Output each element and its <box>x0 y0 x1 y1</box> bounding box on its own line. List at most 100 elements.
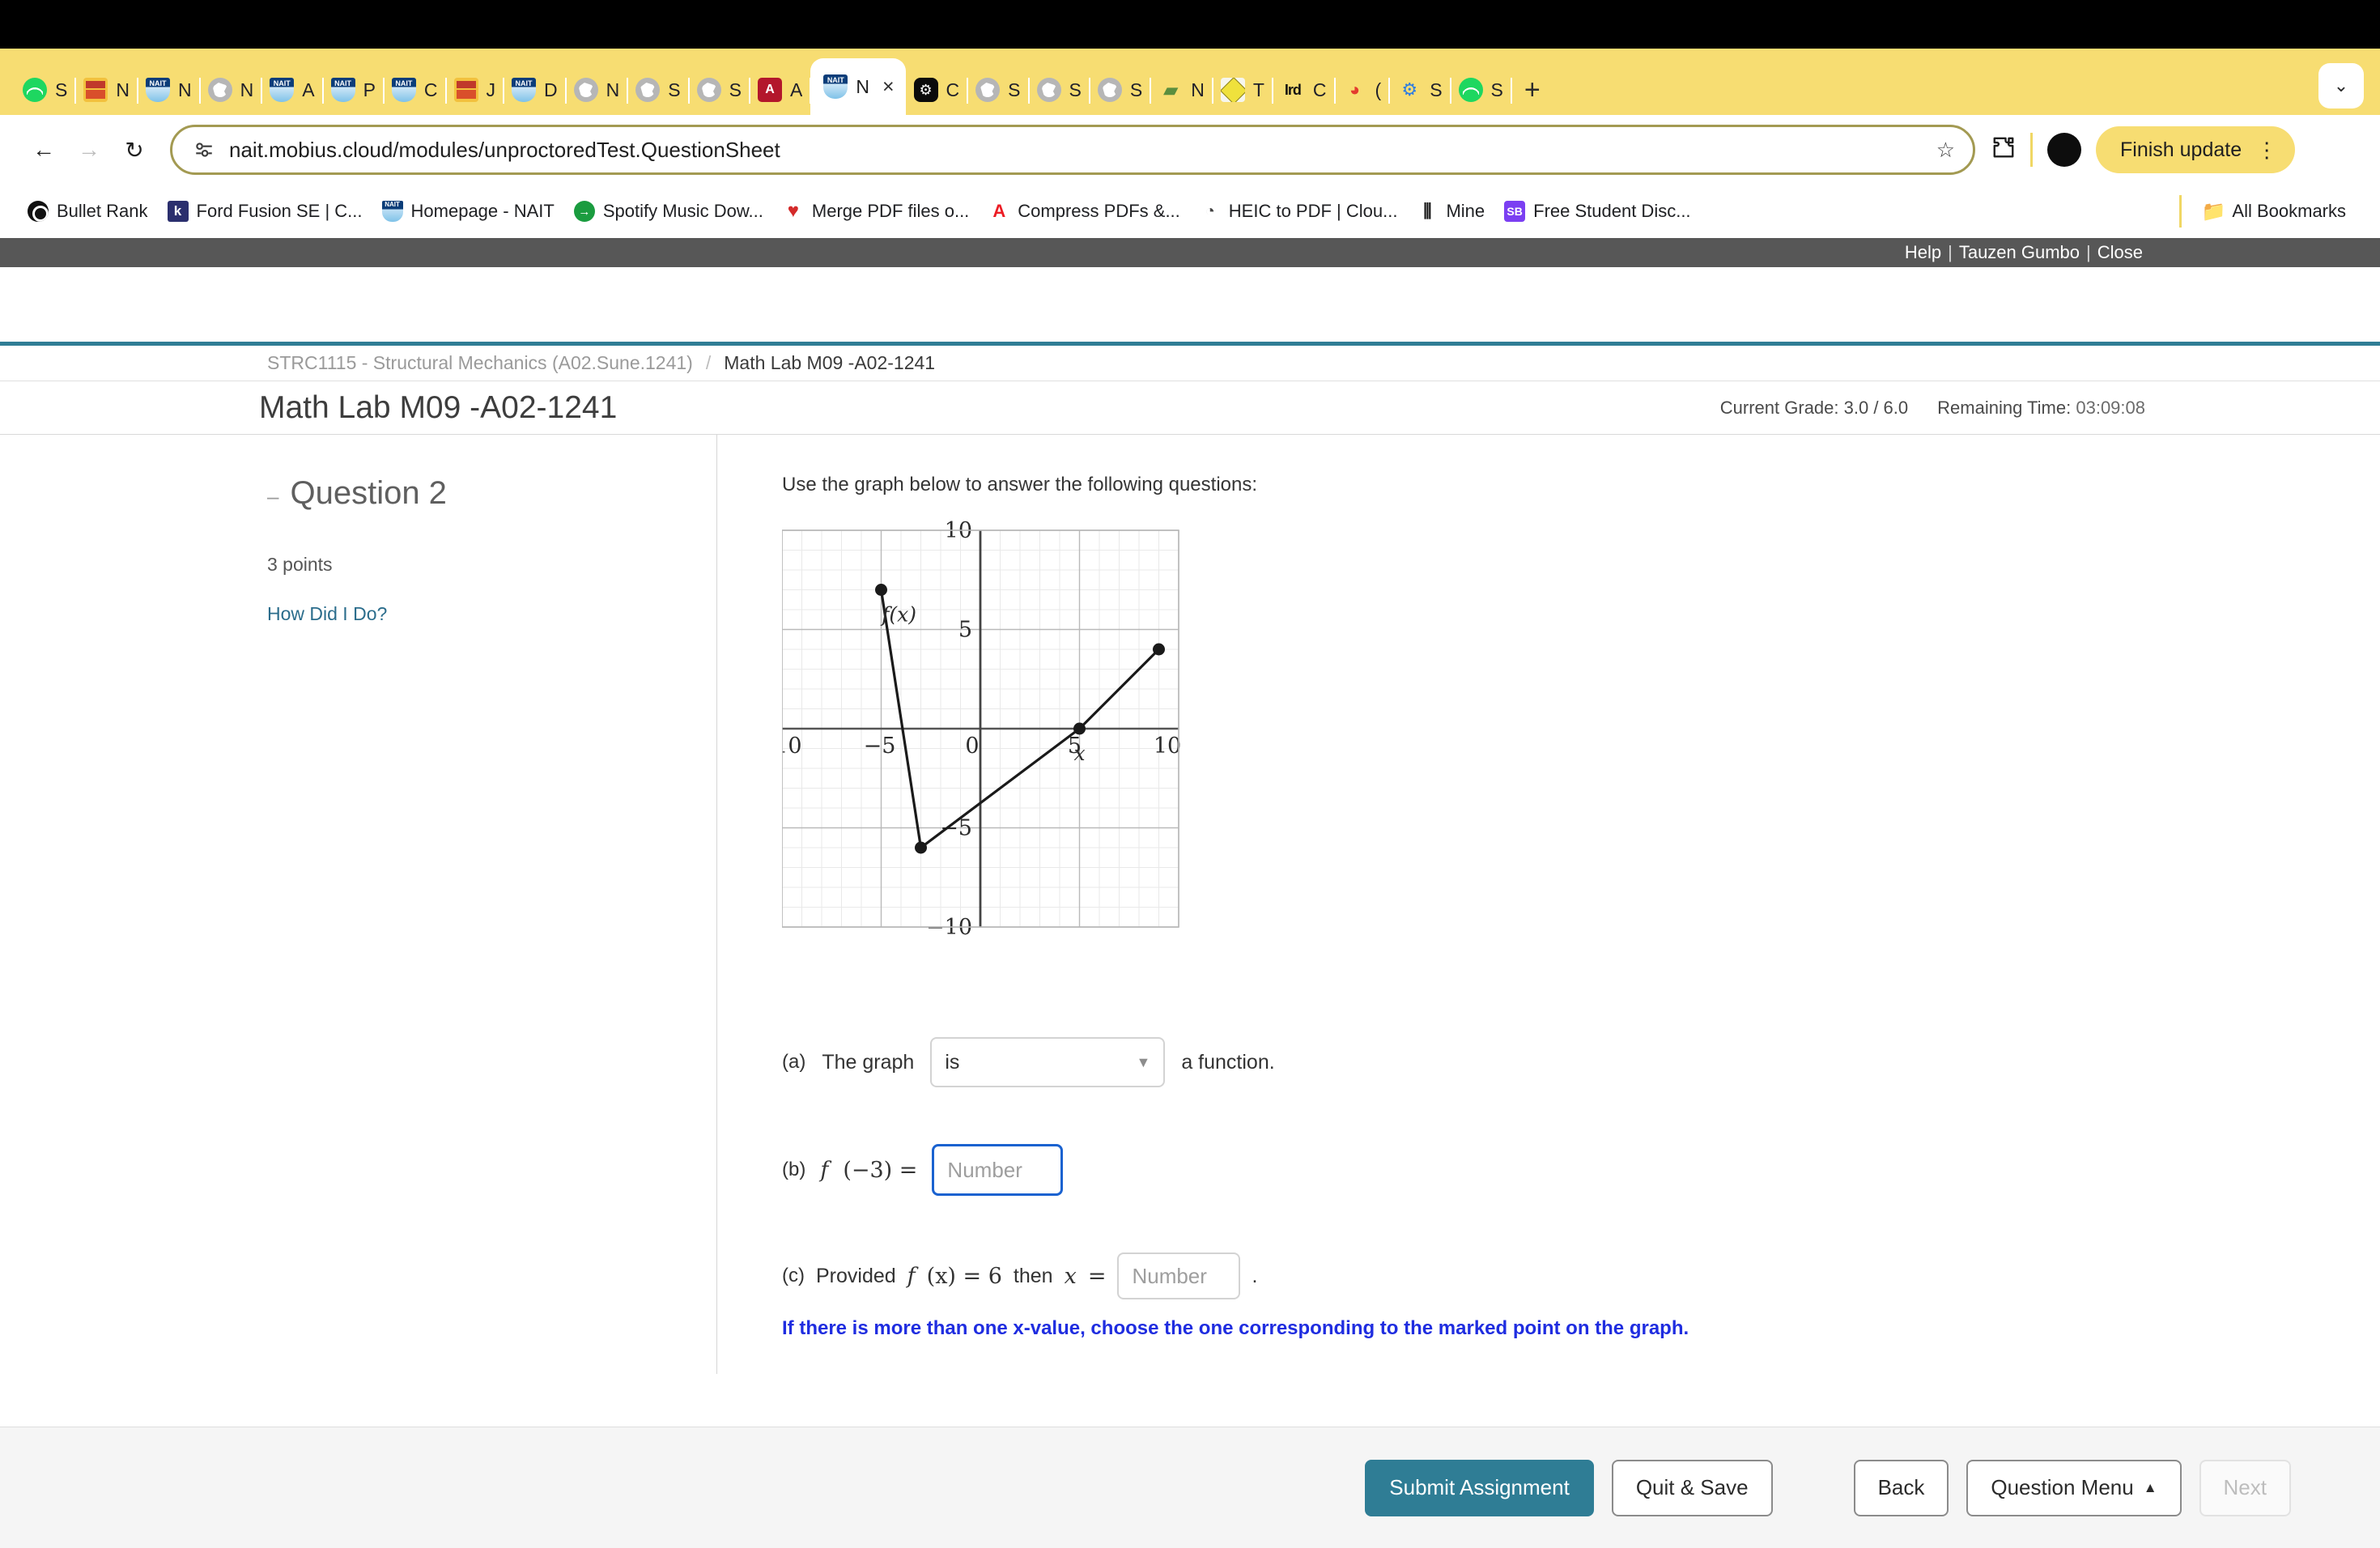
tab-17[interactable]: S <box>1090 65 1152 115</box>
part-c-period: . <box>1252 1264 1258 1287</box>
part-c-tag: (c) <box>782 1265 805 1286</box>
tab-title: P <box>363 79 376 100</box>
question-menu-button[interactable]: Question Menu ▲ <box>1966 1459 2182 1516</box>
tab-21[interactable]: ◕( <box>1335 65 1390 115</box>
tab-4[interactable]: NAIT A <box>261 65 324 115</box>
marked-point <box>1073 722 1086 735</box>
quit-and-save-button[interactable]: Quit & Save <box>1611 1459 1773 1516</box>
how-did-i-do-link[interactable]: How Did I Do? <box>267 603 716 625</box>
tab-8[interactable]: NAIT D <box>504 65 567 115</box>
bookmark-item-1[interactable]: k Ford Fusion SE | C... <box>161 201 376 222</box>
bookmark-item-4[interactable]: ♥ Merge PDF files o... <box>776 201 982 222</box>
question-header: – Question 2 <box>267 475 716 512</box>
part-c-then: then <box>1013 1264 1053 1287</box>
x-tick-label: −5 <box>864 734 896 759</box>
minus-icon[interactable]: – <box>267 486 278 507</box>
part-b: (b) f (−3) = Number <box>782 1144 2380 1196</box>
reload-button[interactable]: ↻ <box>112 127 157 172</box>
submit-assignment-button[interactable]: Submit Assignment <box>1365 1459 1594 1516</box>
bookmark-label: HEIC to PDF | Clou... <box>1228 201 1398 221</box>
bookmark-item-7[interactable]: ⫼ Mine <box>1410 201 1498 222</box>
bookmark-item-3[interactable]: → Spotify Music Dow... <box>567 201 776 222</box>
tab-12[interactable]: AA <box>750 65 812 115</box>
address-bar[interactable]: nait.mobius.cloud/modules/unproctoredTes… <box>170 125 1975 175</box>
finish-update-button[interactable]: Finish update ⋮ <box>2096 126 2296 173</box>
function-graph: −10−50510−10−5510f(x)x <box>782 516 1284 1002</box>
bookmark-item-0[interactable]: Bullet Rank <box>21 201 161 222</box>
globe-icon <box>1097 78 1122 102</box>
tab-11[interactable]: S <box>689 65 751 115</box>
tab-search-button[interactable]: ⌄ <box>2318 63 2364 108</box>
remaining-time-label: Remaining Time: <box>1937 397 2072 418</box>
tab-3[interactable]: N <box>200 65 262 115</box>
tab-20[interactable]: Ird C <box>1273 65 1336 115</box>
user-name-link[interactable]: Tauzen Gumbo <box>1959 242 2080 263</box>
tab-title: S <box>55 79 68 100</box>
bookmark-star-icon[interactable]: ☆ <box>1936 138 1955 163</box>
utility-separator-2: | <box>2086 242 2091 262</box>
site-settings-icon[interactable] <box>193 139 215 160</box>
bookmarks-divider <box>2179 195 2182 228</box>
globe-icon <box>696 78 721 102</box>
tab-title: C <box>946 79 960 100</box>
tab-19[interactable]: T <box>1213 65 1273 115</box>
nait-icon: NAIT <box>145 78 170 102</box>
tab-title: C <box>1312 79 1327 100</box>
tab-title: D <box>544 79 558 100</box>
tab-0[interactable]: S <box>15 65 77 115</box>
close-icon[interactable]: × <box>882 76 895 97</box>
question-sidebar: – Question 2 3 points How Did I Do? <box>0 435 717 1374</box>
tab-10[interactable]: S <box>627 65 690 115</box>
browser-menu-kebab-icon[interactable]: ⋮ <box>2256 139 2277 160</box>
tab-title: N <box>177 79 192 100</box>
extensions-puzzle-icon[interactable] <box>1991 135 2016 165</box>
globe-icon <box>635 78 661 102</box>
all-bookmarks-button[interactable]: 📁 All Bookmarks <box>2196 201 2359 222</box>
bookmark-label: Spotify Music Dow... <box>602 201 763 221</box>
tab-title: N <box>116 79 130 100</box>
tab-16[interactable]: S <box>1029 65 1091 115</box>
bookmark-item-5[interactable]: A Compress PDFs &... <box>982 201 1192 222</box>
toolbar-divider <box>2030 133 2033 167</box>
tab-title: N <box>240 79 254 100</box>
tab-9[interactable]: N <box>566 65 628 115</box>
tab-23[interactable]: S <box>1451 65 1513 115</box>
current-grade-label: Current Grade: <box>1719 397 1839 418</box>
new-tab-button[interactable]: + <box>1524 76 1541 104</box>
tab-18[interactable]: ▰ N <box>1150 65 1213 115</box>
bookmark-item-2[interactable]: NAIT Homepage - NAIT <box>376 201 567 222</box>
openai-icon: ⚙ <box>913 78 938 102</box>
help-link[interactable]: Help <box>1905 242 1941 263</box>
profile-avatar[interactable] <box>2047 133 2081 167</box>
close-link[interactable]: Close <box>2097 242 2143 263</box>
breadcrumb-course[interactable]: STRC1115 - Structural Mechanics (A02.Sun… <box>267 352 693 374</box>
nait-icon: NAIT <box>381 201 403 222</box>
globe-icon <box>207 78 232 102</box>
breadcrumb-separator: / <box>705 352 712 373</box>
tab-7[interactable]: J <box>446 65 504 115</box>
bookmark-item-6[interactable]: ◔ HEIC to PDF | Clou... <box>1193 201 1411 222</box>
tab-2[interactable]: NAIT N <box>138 65 201 115</box>
part-c-text-before: Provided <box>815 1264 896 1287</box>
back-button-footer[interactable]: Back <box>1853 1459 1949 1516</box>
yellow-diamond-icon <box>1220 78 1245 102</box>
x-value-input[interactable]: Number <box>1117 1252 1241 1299</box>
tab-6[interactable]: NAIT C <box>384 65 447 115</box>
tab-active[interactable]: NAIT N × <box>810 58 906 115</box>
spotify-icon <box>23 78 47 102</box>
x-tick-label: 10 <box>1154 734 1181 759</box>
next-button[interactable]: Next <box>2199 1459 2291 1516</box>
is-function-select[interactable]: is ▼ <box>930 1037 1166 1087</box>
back-button[interactable]: ← <box>21 127 66 172</box>
tab-22[interactable]: ⚙ S <box>1389 65 1451 115</box>
axis-annotation: x <box>1073 742 1085 765</box>
tab-14[interactable]: ⚙ C <box>906 65 968 115</box>
f-of-minus-3-input[interactable]: Number <box>932 1144 1064 1196</box>
tab-5[interactable]: NAIT P <box>323 65 385 115</box>
forward-button[interactable]: → <box>66 127 112 172</box>
browser-toolbar: ← → ↻ nait.mobius.cloud/modules/unprocto… <box>0 115 2380 185</box>
bookmark-item-8[interactable]: SB Free Student Disc... <box>1498 201 1703 222</box>
tab-1[interactable]: N <box>75 65 138 115</box>
tab-15[interactable]: S <box>967 65 1030 115</box>
nait-icon: NAIT <box>512 78 537 102</box>
